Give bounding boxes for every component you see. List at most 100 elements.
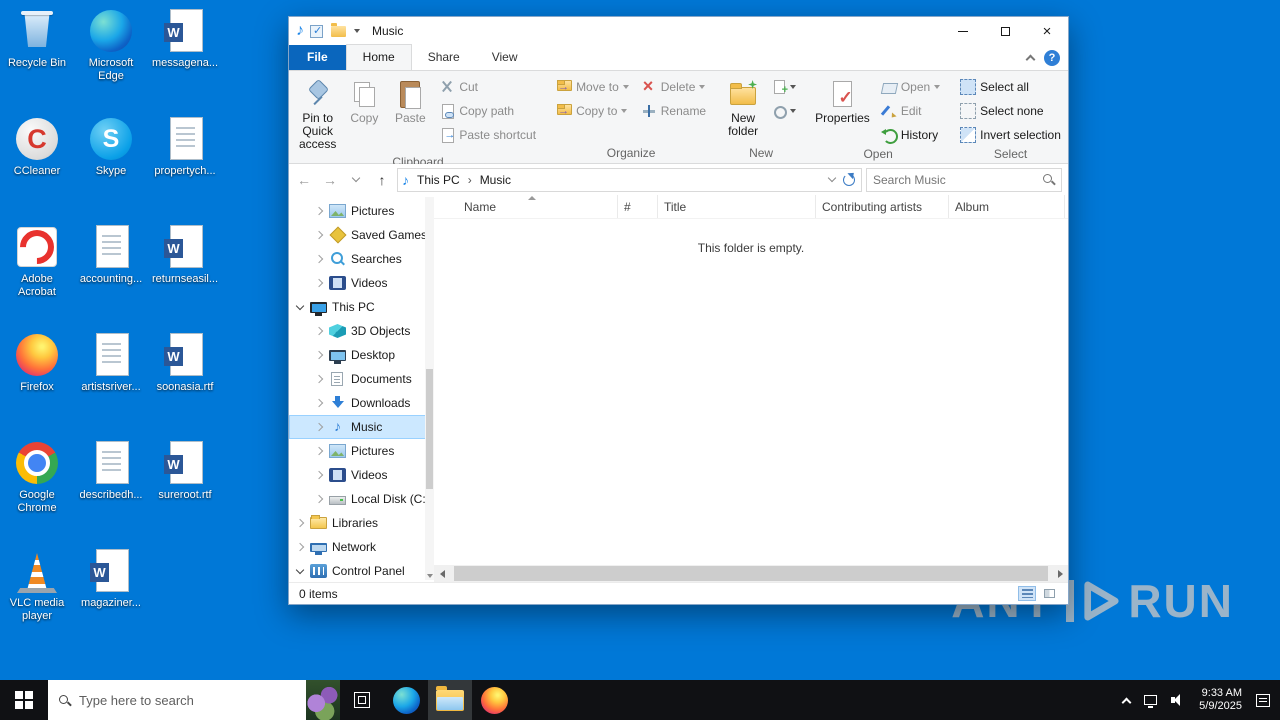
expand-icon[interactable]: [315, 471, 323, 479]
desktop-icon-microsoft-edge[interactable]: Microsoft Edge: [74, 6, 148, 114]
expand-icon[interactable]: [315, 399, 323, 407]
copy-to-button[interactable]: Copy to: [551, 100, 634, 122]
column-header-[interactable]: #: [618, 195, 658, 218]
up-button[interactable]: ↑: [371, 169, 393, 191]
expand-icon[interactable]: [315, 375, 323, 383]
desktop-icon-sureroot-rtf[interactable]: sureroot.rtf: [148, 438, 222, 546]
search-input[interactable]: Search Music: [866, 168, 1062, 192]
expand-icon[interactable]: [315, 231, 323, 239]
expand-icon[interactable]: [315, 327, 323, 335]
rename-button[interactable]: Rename: [636, 100, 711, 122]
refresh-icon[interactable]: [843, 174, 855, 186]
expand-icon[interactable]: [315, 447, 323, 455]
desktop-icon-accounting[interactable]: accounting...: [74, 222, 148, 330]
scrollbar-thumb[interactable]: [426, 369, 433, 489]
qat-new-folder-icon[interactable]: [331, 26, 346, 37]
desktop-icon-vlc-media-player[interactable]: VLC media player: [0, 546, 74, 654]
scroll-left-icon[interactable]: [434, 570, 450, 578]
desktop-icon-propertych[interactable]: propertych...: [148, 114, 222, 222]
expand-icon[interactable]: [296, 543, 304, 551]
expand-icon[interactable]: [296, 519, 304, 527]
tab-home[interactable]: Home: [346, 44, 412, 70]
copy-button[interactable]: Copy: [342, 75, 386, 128]
collapse-icon[interactable]: [296, 565, 304, 573]
file-list-pane[interactable]: Name#TitleContributing artistsAlbum This…: [434, 195, 1068, 582]
expand-icon[interactable]: [315, 207, 323, 215]
tree-item-pictures[interactable]: Pictures: [289, 199, 434, 223]
forward-button[interactable]: →: [319, 169, 341, 191]
details-view-button[interactable]: [1018, 586, 1036, 601]
tree-item-local-disk-c[interactable]: Local Disk (C:): [289, 487, 434, 511]
tree-item-this-pc[interactable]: This PC: [289, 295, 434, 319]
tab-share[interactable]: Share: [412, 45, 476, 70]
hidden-icons-chevron[interactable]: [1122, 697, 1132, 707]
pin-to-quick-access-button[interactable]: Pin to Quick access: [295, 75, 340, 154]
tree-item-documents[interactable]: Documents: [289, 367, 434, 391]
invert-selection-button[interactable]: Invert selection: [955, 124, 1066, 146]
recent-locations-dropdown[interactable]: [345, 169, 367, 191]
expand-icon[interactable]: [315, 279, 323, 287]
back-button[interactable]: ←: [293, 169, 315, 191]
desktop-icon-describedh[interactable]: describedh...: [74, 438, 148, 546]
qat-properties-icon[interactable]: [310, 25, 323, 38]
action-center-icon[interactable]: [1256, 694, 1270, 707]
network-icon[interactable]: [1144, 695, 1157, 705]
desktop-icon-recycle-bin[interactable]: Recycle Bin: [0, 6, 74, 114]
start-button[interactable]: [0, 680, 48, 720]
column-header-contributing-artists[interactable]: Contributing artists: [816, 195, 949, 218]
tree-item-network[interactable]: Network: [289, 535, 434, 559]
scrollbar-thumb[interactable]: [454, 566, 1048, 581]
tab-file[interactable]: File: [289, 45, 346, 70]
titlebar[interactable]: ♪ Music ×: [289, 17, 1068, 45]
column-header-title[interactable]: Title: [658, 195, 816, 218]
tab-view[interactable]: View: [476, 45, 534, 70]
search-highlight-image[interactable]: [306, 680, 340, 720]
expand-icon[interactable]: [315, 255, 323, 263]
taskbar-explorer-button[interactable]: [428, 680, 472, 720]
taskbar-firefox-button[interactable]: [472, 680, 516, 720]
column-header-album[interactable]: Album: [949, 195, 1065, 218]
column-header-name[interactable]: Name: [446, 195, 618, 218]
tree-item-3d-objects[interactable]: 3D Objects: [289, 319, 434, 343]
edit-button[interactable]: Edit: [876, 100, 945, 122]
minimize-button[interactable]: [942, 17, 984, 45]
tree-item-libraries[interactable]: Libraries: [289, 511, 434, 535]
close-button[interactable]: ×: [1026, 17, 1068, 45]
open-button[interactable]: Open: [876, 76, 945, 98]
thumbnails-view-button[interactable]: [1040, 586, 1058, 601]
tree-item-music[interactable]: ♪Music: [289, 415, 434, 439]
taskbar-edge-button[interactable]: [384, 680, 428, 720]
tree-item-downloads[interactable]: Downloads: [289, 391, 434, 415]
expand-icon[interactable]: [315, 351, 323, 359]
tree-item-videos[interactable]: Videos: [289, 463, 434, 487]
minimize-ribbon-icon[interactable]: [1026, 55, 1036, 65]
history-button[interactable]: History: [876, 124, 945, 146]
desktop-icon-magaziner[interactable]: magaziner...: [74, 546, 148, 654]
desktop-icon-ccleaner[interactable]: CCleaner: [0, 114, 74, 222]
qat-customize-dropdown-icon[interactable]: [354, 29, 360, 33]
desktop-icon-artistsriver[interactable]: artistsriver...: [74, 330, 148, 438]
taskbar-clock[interactable]: 9:33 AM 5/9/2025: [1199, 687, 1242, 713]
expand-icon[interactable]: [315, 495, 323, 503]
help-button[interactable]: ?: [1044, 50, 1060, 66]
desktop-icon-messagena[interactable]: messagena...: [148, 6, 222, 114]
select-none-button[interactable]: Select none: [955, 100, 1066, 122]
tree-item-pictures[interactable]: Pictures: [289, 439, 434, 463]
properties-button[interactable]: Properties: [811, 75, 874, 128]
cut-button[interactable]: Cut: [434, 76, 541, 98]
task-view-button[interactable]: [340, 680, 384, 720]
taskbar-search-input[interactable]: Type here to search: [48, 680, 340, 720]
tree-item-searches[interactable]: Searches: [289, 247, 434, 271]
new-folder-button[interactable]: New folder: [721, 75, 765, 141]
desktop-icon-returnseasil[interactable]: returnseasil...: [148, 222, 222, 330]
copy-path-button[interactable]: Copy path: [434, 100, 541, 122]
desktop-icon-firefox[interactable]: Firefox: [0, 330, 74, 438]
tree-item-desktop[interactable]: Desktop: [289, 343, 434, 367]
desktop-icon-adobe-acrobat[interactable]: Adobe Acrobat: [0, 222, 74, 330]
search-icon[interactable]: [1042, 173, 1055, 186]
collapse-icon[interactable]: [296, 301, 304, 309]
volume-icon[interactable]: [1171, 694, 1185, 706]
horizontal-scrollbar[interactable]: [434, 565, 1068, 582]
select-all-button[interactable]: Select all: [955, 76, 1066, 98]
easy-access-button[interactable]: [767, 100, 801, 122]
